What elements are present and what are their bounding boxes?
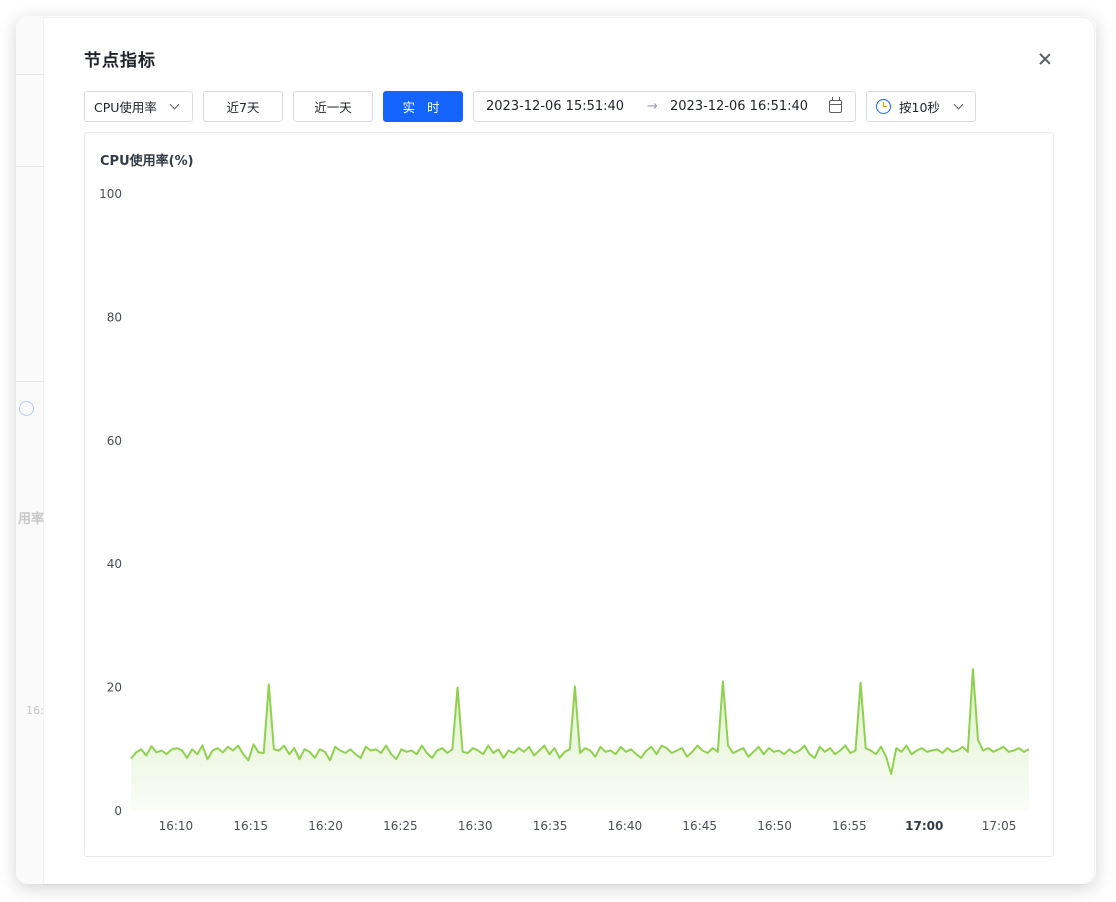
interval-select-value: 按10秒 [899,100,940,115]
clock-icon [876,99,891,114]
last-7-days-button[interactable]: 近7天 [203,91,283,122]
realtime-button[interactable]: 实 时 [383,91,463,122]
y-tick-label: 20 [107,681,122,695]
metric-select[interactable]: CPU使用率 [84,91,193,122]
background-label: 用率 [18,512,45,527]
close-icon[interactable] [1034,48,1056,70]
chevron-down-icon [169,99,180,110]
y-tick-label: 80 [107,310,122,324]
x-tick-label: 16:35 [533,819,568,833]
y-tick-label: 60 [107,434,122,448]
x-tick-label: 16:25 [383,819,418,833]
y-tick-label: 0 [114,804,122,818]
cpu-usage-chart: 020406080100 16:10 16:15 16:20 16:25 16:30 16… [99,187,1030,833]
x-tick-label: 17:05 [982,819,1017,833]
x-tick-label: 16:55 [832,819,867,833]
x-tick-label: 16:40 [608,819,643,833]
x-tick-label: 16:10 [159,819,194,833]
background-clock-icon [19,401,34,416]
x-tick-label: 16:30 [458,819,493,833]
x-tick-label: 16:20 [308,819,343,833]
modal-title: 节点指标 [84,51,156,71]
date-start-input[interactable]: 2023-12-06 15:51:40 [486,99,624,114]
calendar-icon[interactable] [829,97,842,113]
x-tick-label: 16:50 [757,819,792,833]
y-tick-label: 100 [99,187,122,201]
background-divider [16,74,44,75]
x-tick-label: 16:15 [233,819,268,833]
date-end-input[interactable]: 2023-12-06 16:51:40 [670,99,808,114]
background-divider [16,381,44,382]
y-tick-label: 40 [107,557,122,571]
background-divider [16,166,44,167]
last-1-day-button[interactable]: 近一天 [293,91,373,122]
metric-select-value: CPU使用率 [94,100,157,115]
chart-card: CPU使用率(%) 0 20 40 60 80 100 16:10 16:15 16:20 16… [84,132,1054,857]
x-axis: 16:10 16:15 16:20 16:25 16:30 16:35 16:40 16:45… [159,819,1017,833]
x-tick-label: 16:45 [682,819,717,833]
chevron-down-icon [953,99,964,110]
y-axis: 0 20 40 60 80 100 [99,187,122,818]
node-metrics-modal: 节点指标 CPU使用率 近7天 近一天 实 时 2023-12-06 15:51… [44,18,1094,884]
arrow-right-icon: → [647,99,658,114]
date-range-picker[interactable]: 2023-12-06 15:51:40 → 2023-12-06 16:51:4… [473,91,856,122]
x-tick-label: 17:00 [905,819,943,833]
interval-select[interactable]: 按10秒 [866,91,976,122]
